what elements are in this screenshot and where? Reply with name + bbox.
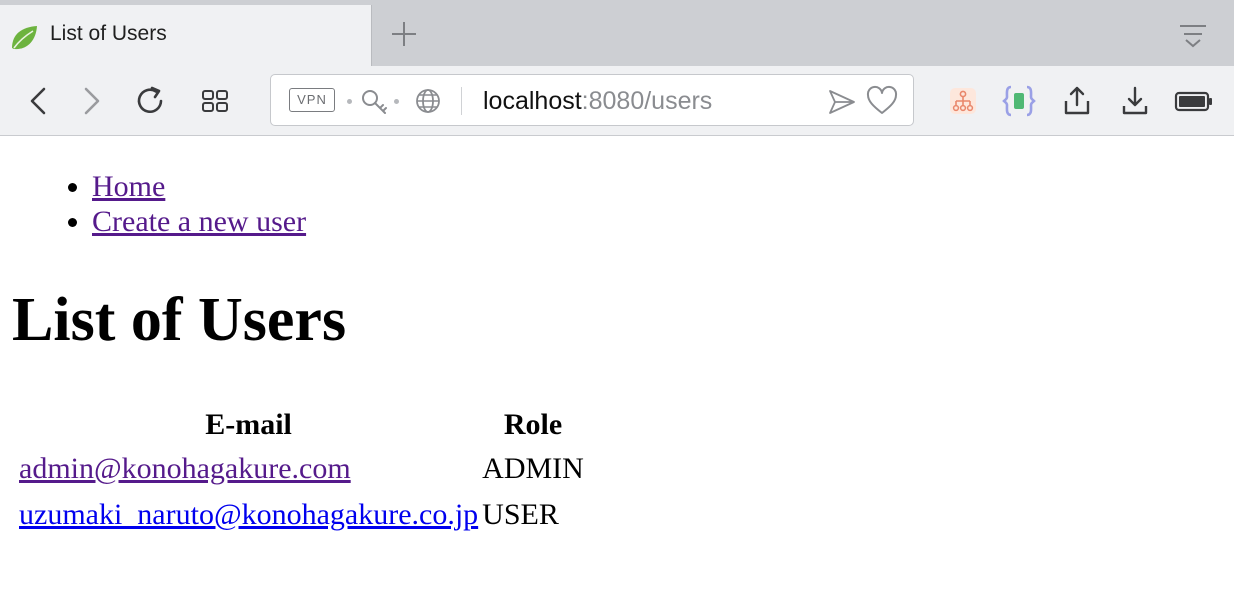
tab-title: List of Users: [50, 22, 167, 45]
nav-item-home: Home: [92, 169, 306, 204]
home-link[interactable]: Home: [92, 170, 165, 203]
role-column-header: Role: [503, 408, 563, 441]
page-content: Home Create a new user List of Users E-m…: [0, 137, 1234, 602]
battery-icon[interactable]: [1174, 84, 1214, 118]
separator-dot: [394, 99, 399, 104]
role-cell: USER: [482, 498, 559, 531]
table-row: admin@konohagakure.com ADMIN: [18, 447, 585, 491]
url-text[interactable]: localhost:8080/users: [483, 87, 712, 115]
address-bar[interactable]: VPN localhost:8080/users: [270, 74, 914, 126]
page-title: List of Users: [12, 286, 347, 354]
role-cell: ADMIN: [482, 452, 584, 485]
grid-icon[interactable]: [198, 84, 232, 118]
browser-toolbar: VPN localhost:8080/users: [0, 66, 1234, 136]
user-email-link[interactable]: admin@konohagakure.com: [19, 452, 351, 485]
json-braces-icon[interactable]: [1002, 84, 1036, 118]
table-row: uzumaki_naruto@konohagakure.co.jp USER: [18, 493, 585, 537]
tab-list-of-users[interactable]: List of Users: [0, 5, 372, 66]
download-icon[interactable]: [1118, 84, 1152, 118]
vpn-badge[interactable]: VPN: [289, 88, 335, 112]
nav-item-create-user: Create a new user: [92, 204, 306, 239]
new-tab-button[interactable]: [388, 18, 420, 50]
nav-list: Home Create a new user: [50, 169, 306, 239]
spring-leaf-icon: [8, 22, 40, 54]
url-path: :8080/users: [581, 87, 713, 115]
separator-dot: [347, 99, 352, 104]
tab-strip: List of Users: [0, 0, 1234, 66]
address-divider: [461, 87, 462, 115]
create-user-link[interactable]: Create a new user: [92, 205, 306, 238]
url-host: localhost: [483, 87, 582, 115]
key-icon[interactable]: [359, 87, 389, 117]
email-column-header: E-mail: [205, 408, 292, 441]
share-icon[interactable]: [1060, 84, 1094, 118]
tab-menu-icon[interactable]: [1176, 20, 1210, 50]
sitemap-icon[interactable]: [946, 84, 980, 118]
forward-arrow-icon[interactable]: [74, 84, 108, 118]
heart-icon[interactable]: [865, 85, 899, 117]
reload-icon[interactable]: [134, 84, 168, 118]
email-cell: uzumaki_naruto@konohagakure.co.jp: [18, 493, 479, 537]
email-cell: admin@konohagakure.com: [18, 447, 479, 491]
users-table: E-mail Role admin@konohagakure.com ADMIN…: [16, 403, 587, 539]
table-header-row: E-mail Role: [18, 405, 585, 445]
send-icon[interactable]: [827, 87, 857, 117]
back-arrow-icon[interactable]: [22, 84, 56, 118]
globe-icon[interactable]: [413, 86, 443, 116]
user-email-link[interactable]: uzumaki_naruto@konohagakure.co.jp: [19, 498, 478, 531]
